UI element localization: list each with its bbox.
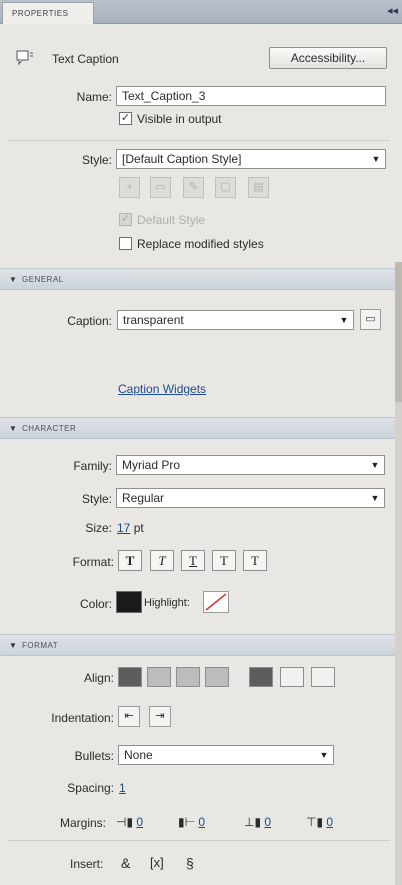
margin-bottom-control[interactable]: ⊤▮ 0 — [306, 815, 333, 829]
chevron-down-icon: ▼ — [370, 493, 380, 503]
section-title: GENERAL — [22, 275, 64, 284]
margin-bottom-value[interactable]: 0 — [326, 815, 333, 829]
format-label: Format: — [72, 555, 114, 569]
insert-variable-button[interactable]: [x] — [150, 855, 164, 870]
caption-style-select[interactable]: [Default Caption Style] ▼ — [116, 149, 386, 169]
spacing-value[interactable]: 1 — [119, 781, 126, 795]
replace-modified-styles-checkbox[interactable] — [119, 237, 132, 250]
name-field[interactable]: Text_Caption_3 — [116, 86, 386, 106]
caption-style-value: [Default Caption Style] — [122, 152, 242, 166]
insert-label: Insert: — [70, 857, 104, 871]
margin-right-value[interactable]: 0 — [198, 815, 205, 829]
caption-widgets-link[interactable]: Caption Widgets — [118, 382, 206, 396]
increase-indent-icon[interactable]: ⇥ — [149, 706, 171, 727]
align-right-icon[interactable] — [176, 667, 200, 687]
panel-tab-bar: PROPERTIES ◂◂ — [0, 0, 402, 24]
margin-top-control[interactable]: ⊥▮ 0 — [244, 815, 271, 829]
align-justify-icon[interactable] — [205, 667, 229, 687]
font-style-select[interactable]: Regular ▼ — [116, 488, 385, 508]
margins-label: Margins: — [60, 816, 107, 830]
new-style-icon[interactable]: + — [119, 177, 140, 198]
insert-hyperlink-button[interactable]: § — [186, 855, 194, 871]
highlight-none-swatch[interactable] — [203, 591, 229, 613]
scrollbar-thumb[interactable] — [395, 262, 402, 402]
visible-in-output-checkbox[interactable]: ✓ — [119, 112, 132, 125]
edit-style-icon[interactable]: ✎ — [183, 177, 204, 198]
italic-button[interactable]: T — [150, 550, 174, 571]
margin-left-icon: ⊣▮ — [116, 815, 134, 829]
font-size-value[interactable]: 17 — [117, 521, 130, 535]
insert-symbol-button[interactable]: & — [121, 855, 130, 871]
align-center-icon[interactable] — [147, 667, 171, 687]
vertical-scrollbar[interactable] — [395, 262, 402, 885]
align-left-icon[interactable] — [118, 667, 142, 687]
align-middle-icon[interactable] — [280, 667, 304, 687]
chevron-down-icon: ▼ — [370, 460, 380, 470]
divider — [8, 140, 390, 141]
margin-right-control[interactable]: ▮⊢ 0 — [178, 815, 205, 829]
section-general-header[interactable]: ▼ GENERAL — [0, 268, 395, 290]
apply-style-icon[interactable]: ▤ — [248, 177, 269, 198]
bullets-value: None — [124, 748, 153, 762]
bold-button[interactable]: T — [118, 550, 142, 571]
align-top-icon[interactable] — [249, 667, 273, 687]
margin-top-icon: ⊥▮ — [244, 815, 262, 829]
visible-in-output-label: Visible in output — [137, 112, 222, 126]
bullets-label: Bullets: — [74, 749, 114, 763]
divider — [8, 840, 390, 841]
font-family-value: Myriad Pro — [122, 458, 181, 472]
caption-type-value: transparent — [123, 313, 184, 327]
margin-right-icon: ▮⊢ — [178, 815, 196, 829]
properties-panel: PROPERTIES ◂◂ Text Caption Accessibility… — [0, 0, 402, 885]
accessibility-button[interactable]: Accessibility... — [269, 47, 387, 69]
object-type-label: Text Caption — [52, 52, 119, 66]
collapse-triangle-icon: ▼ — [9, 424, 17, 433]
caption-label: Caption: — [67, 314, 112, 328]
decrease-indent-icon[interactable]: ⇤ — [118, 706, 140, 727]
reset-style-icon[interactable]: ▢ — [215, 177, 236, 198]
highlight-label: Highlight: — [144, 597, 190, 609]
default-style-checkbox[interactable]: ✓ — [119, 213, 132, 226]
subscript-button[interactable]: T — [243, 550, 267, 571]
section-title: FORMAT — [22, 641, 59, 650]
align-bottom-icon[interactable] — [311, 667, 335, 687]
indentation-label: Indentation: — [51, 711, 114, 725]
default-style-label: Default Style — [137, 213, 206, 227]
align-label: Align: — [83, 671, 114, 685]
section-title: CHARACTER — [22, 424, 77, 433]
collapse-triangle-icon: ▼ — [9, 641, 17, 650]
underline-button[interactable]: T — [181, 550, 205, 571]
save-style-icon[interactable]: ▭ — [150, 177, 171, 198]
bullets-select[interactable]: None ▼ — [118, 745, 334, 765]
superscript-button[interactable]: T — [212, 550, 236, 571]
size-label: Size: — [85, 521, 112, 535]
section-character-header[interactable]: ▼ CHARACTER — [0, 417, 395, 439]
section-format-header[interactable]: ▼ FORMAT — [0, 634, 395, 656]
margin-bottom-icon: ⊤▮ — [306, 815, 324, 829]
text-color-swatch[interactable] — [116, 591, 142, 613]
browse-folder-icon[interactable]: ▭ — [360, 309, 381, 330]
margin-top-value[interactable]: 0 — [264, 815, 271, 829]
font-size-unit: pt — [133, 521, 144, 535]
caption-object-icon — [16, 50, 34, 66]
margin-left-control[interactable]: ⊣▮ 0 — [116, 815, 143, 829]
margin-left-value[interactable]: 0 — [136, 815, 143, 829]
font-style-label: Style: — [81, 492, 112, 506]
style-label: Style: — [81, 153, 112, 167]
caption-type-select[interactable]: transparent ▼ — [117, 310, 354, 330]
collapse-triangle-icon: ▼ — [9, 275, 17, 284]
font-family-select[interactable]: Myriad Pro ▼ — [116, 455, 385, 475]
font-style-value: Regular — [122, 491, 165, 505]
tab-properties[interactable]: PROPERTIES — [2, 2, 94, 24]
color-label: Color: — [79, 597, 112, 611]
chevron-down-icon: ▼ — [319, 750, 329, 760]
replace-modified-styles-label: Replace modified styles — [137, 237, 264, 251]
spacing-label: Spacing: — [67, 781, 114, 795]
chevron-down-icon: ▼ — [371, 154, 381, 164]
double-chevron-icon[interactable]: ◂◂ — [387, 4, 398, 17]
family-label: Family: — [73, 459, 112, 473]
chevron-down-icon: ▼ — [339, 315, 349, 325]
font-size-control[interactable]: 17 pt — [117, 521, 144, 535]
name-label: Name: — [76, 90, 112, 104]
